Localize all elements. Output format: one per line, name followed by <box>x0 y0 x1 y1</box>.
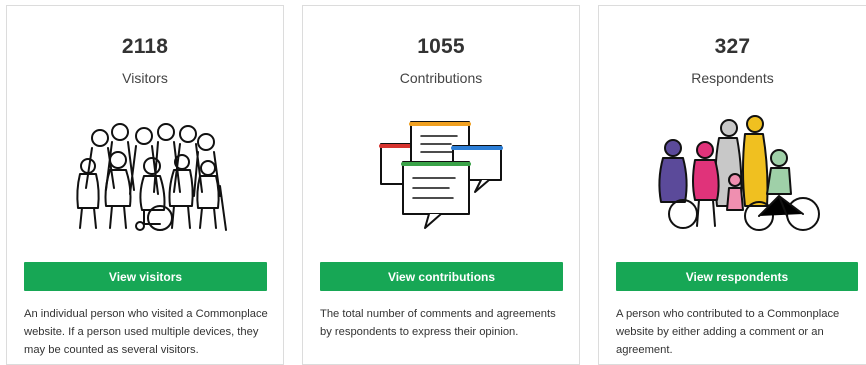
view-contributions-button[interactable]: View contributions <box>320 262 563 291</box>
comment-windows-illustration-icon <box>303 110 579 235</box>
contributions-count: 1055 <box>417 35 465 58</box>
visitors-label: Visitors <box>122 70 168 86</box>
visitors-description: An individual person who visited a Commo… <box>24 308 268 356</box>
colored-people-illustration-icon <box>599 110 866 235</box>
respondents-card: 327 Respondents View respondents A perso… <box>598 5 866 365</box>
respondents-description: A person who contributed to a Commonplac… <box>616 308 840 356</box>
view-respondents-button[interactable]: View respondents <box>616 262 858 291</box>
contributions-card: 1055 Contributions View contributions Th… <box>302 5 580 365</box>
respondents-count: 327 <box>714 35 751 58</box>
contributions-label: Contributions <box>399 70 483 86</box>
crowd-illustration-icon <box>7 110 283 235</box>
visitors-card: 2118 Visitors View visitors An individua… <box>6 5 284 365</box>
contributions-description: The total number of comments and agreeme… <box>320 308 556 338</box>
view-visitors-button[interactable]: View visitors <box>24 262 267 291</box>
respondents-label: Respondents <box>691 70 774 86</box>
visitors-count: 2118 <box>121 35 169 58</box>
